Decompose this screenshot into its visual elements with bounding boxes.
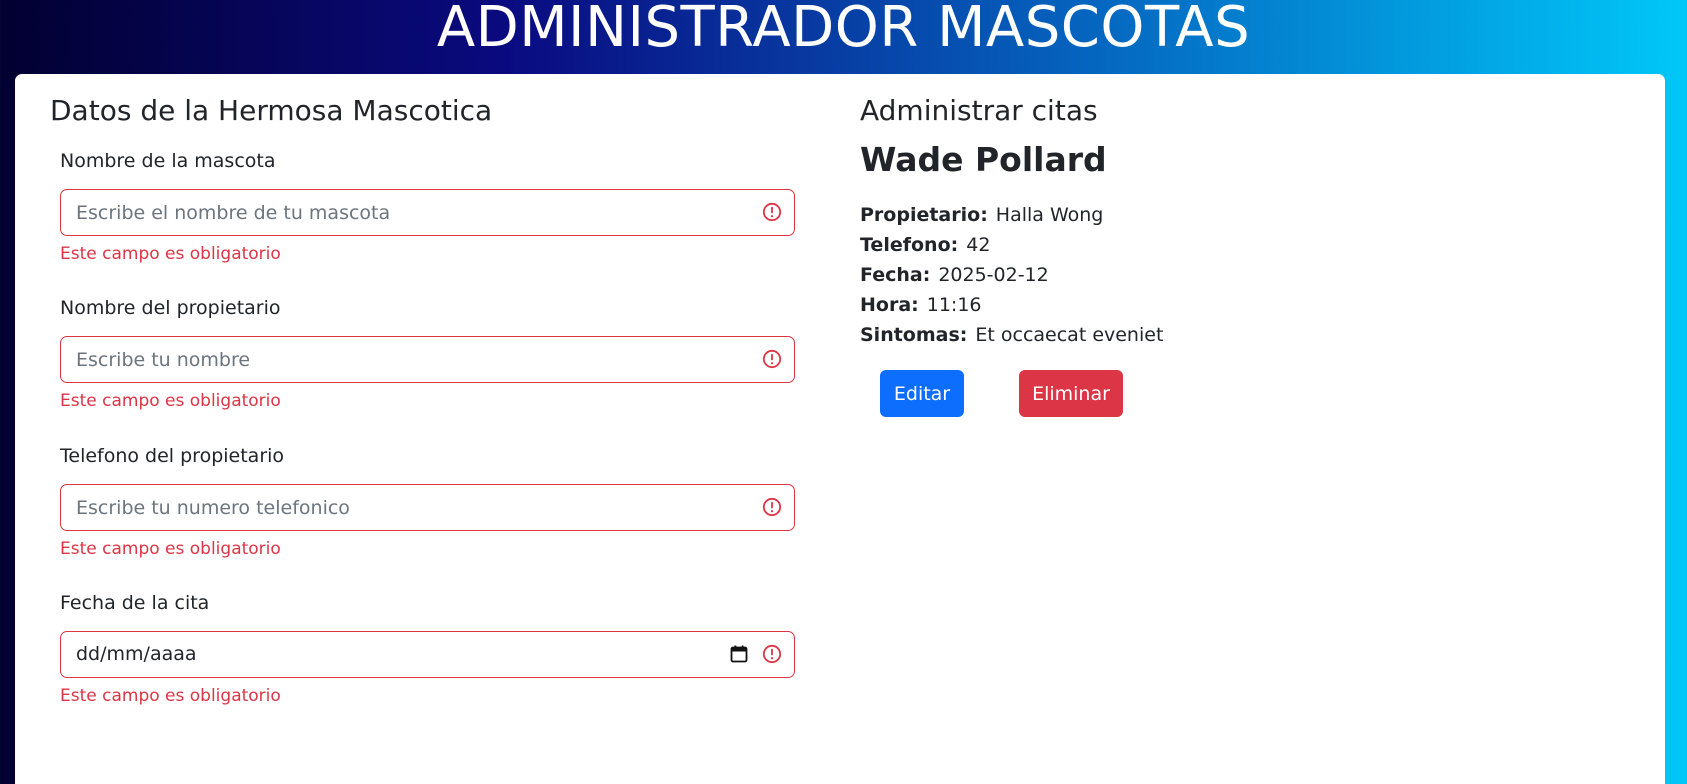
detail-key: Telefono: xyxy=(860,234,959,256)
pet-form: Datos de la Hermosa Mascotica Nombre de … xyxy=(50,94,810,706)
owner-name-input[interactable] xyxy=(61,337,794,382)
calendar-icon[interactable] xyxy=(730,645,748,663)
detail-key: Sintomas: xyxy=(860,324,968,346)
error-message: Este campo es obligatorio xyxy=(60,391,281,411)
field-label: Telefono del propietario xyxy=(60,445,285,467)
detail-row-phone: Telefono: 42 xyxy=(860,230,1560,260)
date-input[interactable]: dd/mm/aaaa xyxy=(60,631,795,678)
appointments-panel: Administrar citas Wade Pollard Propietar… xyxy=(860,94,1560,420)
detail-row-date: Fecha: 2025-02-12 xyxy=(860,260,1560,290)
detail-value: 42 xyxy=(966,234,991,256)
delete-button[interactable]: Eliminar xyxy=(1019,370,1123,417)
form-title: Datos de la Hermosa Mascotica xyxy=(50,94,493,127)
input-wrapper xyxy=(60,484,795,531)
warning-circle-icon xyxy=(762,644,782,664)
pet-name-input[interactable] xyxy=(61,190,794,235)
appointments-title: Administrar citas xyxy=(860,94,1098,127)
input-wrapper xyxy=(60,189,795,236)
appointment-actions: Editar Eliminar xyxy=(860,370,1560,420)
detail-row-time: Hora: 11:16 xyxy=(860,290,1560,320)
warning-circle-icon xyxy=(762,497,782,517)
warning-circle-icon xyxy=(762,349,782,369)
detail-value: Halla Wong xyxy=(995,204,1104,226)
field-label: Fecha de la cita xyxy=(60,592,210,614)
detail-key: Hora: xyxy=(860,294,919,316)
detail-row-symptoms: Sintomas: Et occaecat eveniet xyxy=(860,320,1560,350)
detail-value: 2025-02-12 xyxy=(938,264,1049,286)
error-message: Este campo es obligatorio xyxy=(60,244,281,264)
detail-key: Propietario: xyxy=(860,204,988,226)
input-wrapper xyxy=(60,336,795,383)
error-message: Este campo es obligatorio xyxy=(60,539,281,559)
detail-key: Fecha: xyxy=(860,264,931,286)
owner-name-field: Nombre del propietario Este campo es obl… xyxy=(60,295,795,412)
owner-phone-field: Telefono del propietario Este campo es o… xyxy=(60,443,795,560)
field-label: Nombre de la mascota xyxy=(60,150,276,172)
main-card: Datos de la Hermosa Mascotica Nombre de … xyxy=(15,74,1665,784)
owner-phone-input[interactable] xyxy=(61,485,794,530)
appointment-date-field: Fecha de la cita dd/mm/aaaa Este campo e… xyxy=(60,590,795,707)
detail-value: Et occaecat eveniet xyxy=(975,324,1164,346)
edit-button[interactable]: Editar xyxy=(880,370,964,417)
field-label: Nombre del propietario xyxy=(60,297,281,319)
detail-row-owner: Propietario: Halla Wong xyxy=(860,200,1560,230)
app-title: ADMINISTRADOR MASCOTAS xyxy=(436,0,1251,60)
appointment-details: Propietario: Halla Wong Telefono: 42 Fecha… xyxy=(860,200,1560,350)
appointment-pet-name: Wade Pollard xyxy=(860,140,1107,179)
detail-value: 11:16 xyxy=(926,294,982,316)
warning-circle-icon xyxy=(762,202,782,222)
date-placeholder: dd/mm/aaaa xyxy=(76,643,197,665)
pet-name-field: Nombre de la mascota Este campo es oblig… xyxy=(60,148,795,265)
error-message: Este campo es obligatorio xyxy=(60,686,281,706)
